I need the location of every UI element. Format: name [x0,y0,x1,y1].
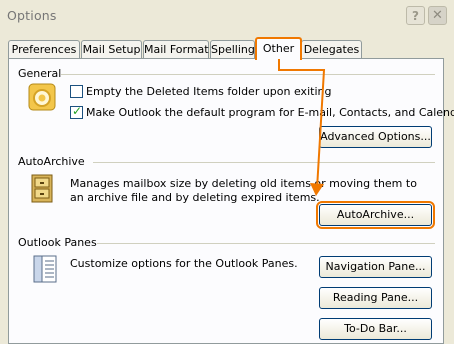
divider [61,74,435,75]
autoarchive-description: Manages mailbox size by deleting old ite… [70,177,417,204]
autoarchive-heading: AutoArchive [18,155,85,168]
title-bar: Options ? ✕ [0,0,454,32]
navigation-pane-button[interactable]: Navigation Pane... [319,256,432,278]
tab-mail-setup[interactable]: Mail Setup [81,40,142,59]
help-icon: ? [412,8,419,23]
dialog-body: Preferences Mail Setup Mail Format Spell… [0,32,454,344]
tab-mail-format[interactable]: Mail Format [143,40,209,59]
panes-icon [33,255,57,283]
outlook-panes-heading: Outlook Panes [18,236,97,249]
tab-preferences[interactable]: Preferences [8,40,80,59]
tab-label: Spelling [211,43,255,56]
close-button[interactable]: ✕ [428,6,447,25]
tab-label: Preferences [11,43,77,56]
advanced-options-button[interactable]: Advanced Options... [319,126,432,148]
tab-label: Delegates [303,43,360,56]
close-icon: ✕ [432,8,443,23]
empty-deleted-checkbox[interactable] [70,85,83,98]
divider [97,243,435,244]
todo-bar-button[interactable]: To-Do Bar... [319,318,432,340]
autoarchive-button[interactable]: AutoArchive... [316,201,435,229]
window-title: Options [7,8,57,23]
checkmark-icon: ✓ [72,104,83,118]
outlook-panes-description: Customize options for the Outlook Panes. [70,257,298,270]
tab-delegates[interactable]: Delegates [301,40,362,59]
help-button[interactable]: ? [406,6,425,25]
outlook-icon [28,83,56,111]
archive-cabinet-icon [31,174,53,203]
general-heading: General [18,67,62,80]
tab-label: Mail Format [144,43,209,56]
tab-spelling[interactable]: Spelling [210,40,255,59]
default-program-checkbox[interactable]: ✓ [70,104,83,119]
default-program-label: Make Outlook the default program for E-m… [86,106,454,119]
empty-deleted-label: Empty the Deleted Items folder upon exit… [86,85,332,98]
tab-panel-other: General Empty the Deleted Items folder u… [8,58,454,344]
tab-other[interactable]: Other [255,37,302,60]
reading-pane-button[interactable]: Reading Pane... [319,287,432,309]
divider [93,162,435,163]
tab-label: Other [262,42,295,55]
tab-label: Mail Setup [82,43,141,56]
